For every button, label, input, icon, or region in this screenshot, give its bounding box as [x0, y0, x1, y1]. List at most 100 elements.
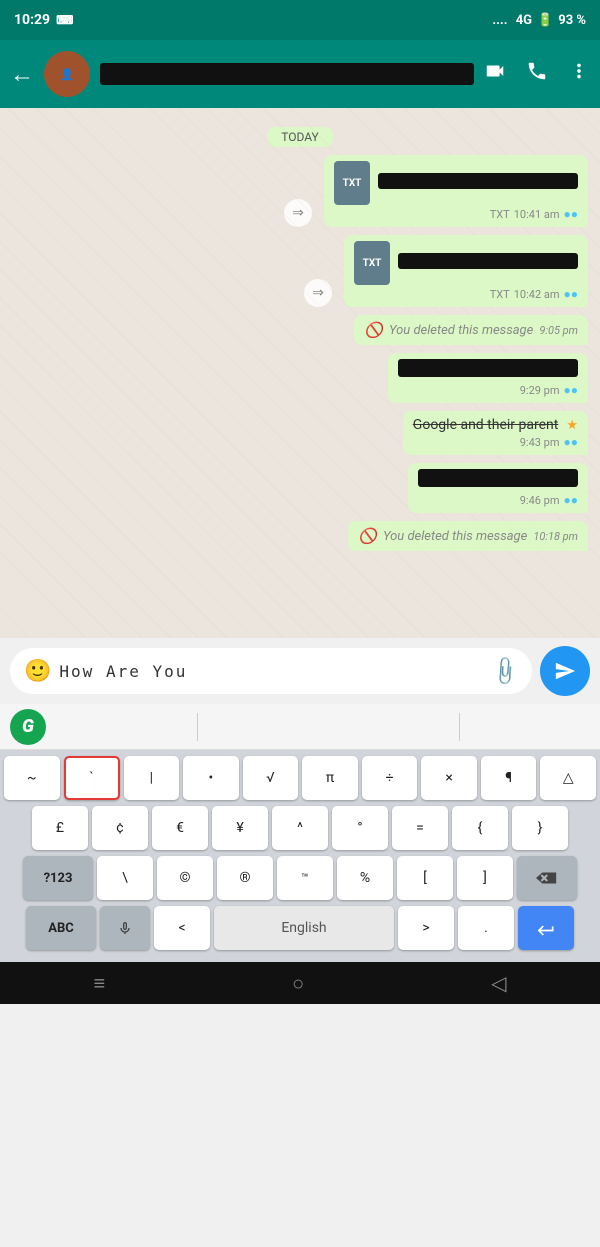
date-badge: TODAY [12, 126, 588, 147]
nav-back-button[interactable]: ◁ [491, 971, 506, 995]
key-pi[interactable]: π [302, 756, 358, 800]
key-euro[interactable]: € [152, 806, 208, 850]
key-tilde[interactable]: ~ [4, 756, 60, 800]
back-button[interactable]: ← [10, 60, 34, 89]
table-row: ⇒ TXT TXT 10:41 am ●● [12, 155, 588, 227]
read-tick: ●● [564, 383, 579, 397]
app-bar: ← 👤 [0, 40, 600, 108]
contact-name-redacted [100, 63, 474, 85]
avatar[interactable]: 👤 [44, 51, 90, 97]
read-tick: ●● [564, 207, 579, 221]
message-bubble: 9:46 pm ●● [408, 463, 588, 513]
table-row: ⇒ TXT TXT 10:42 am ●● [12, 235, 588, 307]
grammarly-button[interactable]: G [10, 709, 46, 745]
deleted-text: You deleted this message [389, 323, 533, 338]
redacted-content [398, 359, 578, 377]
forward-icon[interactable]: ⇒ [304, 279, 332, 307]
keyboard-row-1: ~ ` | • √ π ÷ × ¶ △ [4, 756, 596, 800]
key-open-brace[interactable]: { [452, 806, 508, 850]
key-mic[interactable] [100, 906, 150, 950]
key-multiply[interactable]: × [421, 756, 477, 800]
key-open-bracket[interactable]: [ [397, 856, 453, 900]
forward-icon[interactable]: ⇒ [284, 199, 312, 227]
emoji-button[interactable]: 🙂 [24, 659, 51, 684]
menu-button[interactable] [568, 60, 590, 88]
key-bullet[interactable]: • [183, 756, 239, 800]
nav-menu-button[interactable]: ≡ [93, 971, 105, 996]
key-close-brace[interactable]: } [512, 806, 568, 850]
call-button[interactable] [526, 60, 548, 88]
key-pound[interactable]: £ [32, 806, 88, 850]
key-pipe[interactable]: | [124, 756, 180, 800]
nav-home-button[interactable]: ○ [292, 971, 304, 996]
chat-area: TODAY ⇒ TXT TXT 10:41 am ●● [0, 108, 600, 638]
message-timestamp: 10:41 am [514, 208, 560, 221]
key-backtick[interactable]: ` [64, 756, 120, 800]
message-time: TXT [490, 288, 510, 301]
file-type-icon: TXT [334, 161, 370, 205]
key-greater-than[interactable]: > [398, 906, 454, 950]
keyboard-row-2: £ ¢ € ¥ ^ ° = { } [4, 806, 596, 850]
key-degree[interactable]: ° [332, 806, 388, 850]
table-row: 9:46 pm ●● [12, 463, 588, 513]
attach-button[interactable]: 📎 [488, 654, 523, 689]
battery-level: 93 % [558, 13, 586, 28]
status-time-area: 10:29 ⌨ [14, 12, 73, 28]
file-name-redacted [378, 173, 578, 189]
key-backslash[interactable]: \ [97, 856, 153, 900]
message-timestamp: 9:43 pm [520, 436, 560, 449]
suggestion-dividers [66, 713, 590, 741]
keyboard: ~ ` | • √ π ÷ × ¶ △ £ ¢ € ¥ ^ ° = { } ?1… [0, 750, 600, 962]
file-name-redacted [398, 253, 578, 269]
star-icon: ★ [566, 418, 578, 433]
deleted-text: You deleted this message [383, 529, 527, 544]
read-tick: ●● [564, 493, 579, 507]
key-yen[interactable]: ¥ [212, 806, 268, 850]
key-space[interactable]: English [214, 906, 394, 950]
read-tick: ●● [564, 435, 579, 449]
divider [459, 713, 460, 741]
message-input-field[interactable]: How Are You [59, 662, 485, 681]
send-button[interactable] [540, 646, 590, 696]
message-timestamp: 9:46 pm [520, 494, 560, 507]
key-backspace[interactable] [517, 856, 577, 900]
key-caret[interactable]: ^ [272, 806, 328, 850]
status-bar: 10:29 ⌨ .... 4G 🔋 93 % [0, 0, 600, 40]
key-equals[interactable]: = [392, 806, 448, 850]
key-close-bracket[interactable]: ] [457, 856, 513, 900]
key-percent[interactable]: % [337, 856, 393, 900]
key-numbers[interactable]: ?123 [23, 856, 93, 900]
keyboard-row-bottom: ABC < English > . [4, 906, 596, 950]
key-registered[interactable]: ® [217, 856, 273, 900]
key-paragraph[interactable]: ¶ [481, 756, 537, 800]
ban-icon: 🚫 [364, 321, 383, 339]
key-enter[interactable] [518, 906, 574, 950]
app-bar-actions [484, 60, 590, 88]
message-time: TXT [490, 208, 510, 221]
key-period[interactable]: . [458, 906, 514, 950]
key-divide[interactable]: ÷ [362, 756, 418, 800]
deleted-message-bubble: 🚫 You deleted this message 10:18 pm [348, 521, 588, 551]
grammarly-icon: G [22, 716, 34, 737]
table-row: 9:29 pm ●● [12, 353, 588, 403]
message-input-box[interactable]: 🙂 How Are You 📎 [10, 648, 532, 694]
keyboard-icon: ⌨ [56, 13, 73, 27]
key-trademark[interactable]: ™ [277, 856, 333, 900]
message-timestamp: 10:18 pm [533, 530, 578, 543]
bottom-navigation: ≡ ○ ◁ [0, 962, 600, 1004]
message-timestamp: 10:42 am [514, 288, 560, 301]
message-bubble: Google and their parent ★ 9:43 pm ●● [403, 411, 588, 455]
message-text: Google and their parent [413, 417, 559, 433]
key-cent[interactable]: ¢ [92, 806, 148, 850]
video-call-button[interactable] [484, 60, 506, 88]
key-less-than[interactable]: < [154, 906, 210, 950]
key-sqrt[interactable]: √ [243, 756, 299, 800]
file-message-bubble: TXT TXT 10:42 am ●● [344, 235, 588, 307]
key-triangle[interactable]: △ [540, 756, 596, 800]
key-copyright[interactable]: © [157, 856, 213, 900]
file-type-icon: TXT [354, 241, 390, 285]
table-row: Google and their parent ★ 9:43 pm ●● [12, 411, 588, 455]
key-abc[interactable]: ABC [26, 906, 96, 950]
signal-icon: .... [492, 13, 510, 28]
message-bubble: 9:29 pm ●● [388, 353, 588, 403]
